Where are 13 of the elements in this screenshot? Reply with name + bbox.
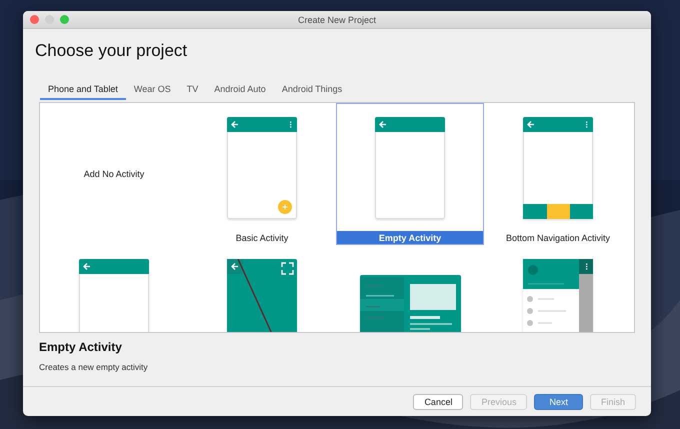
close-button[interactable] [30,15,39,24]
tab[interactable]: Wear OS [126,82,179,100]
tab[interactable]: Android Auto [206,82,274,100]
template-description: Creates a new empty activity [39,362,149,372]
window-title: Create New Project [298,14,376,24]
tab[interactable]: Phone and Tablet [40,82,126,100]
next-button[interactable]: Next [534,394,583,410]
cancel-button[interactable]: Cancel [413,394,464,410]
tab[interactable]: TV [178,82,206,100]
tab[interactable]: Android Things [274,82,350,100]
template-tile[interactable]: Empty Activity [336,103,484,245]
page-heading: Choose your project [35,41,188,61]
template-title: Empty Activity [39,340,123,354]
